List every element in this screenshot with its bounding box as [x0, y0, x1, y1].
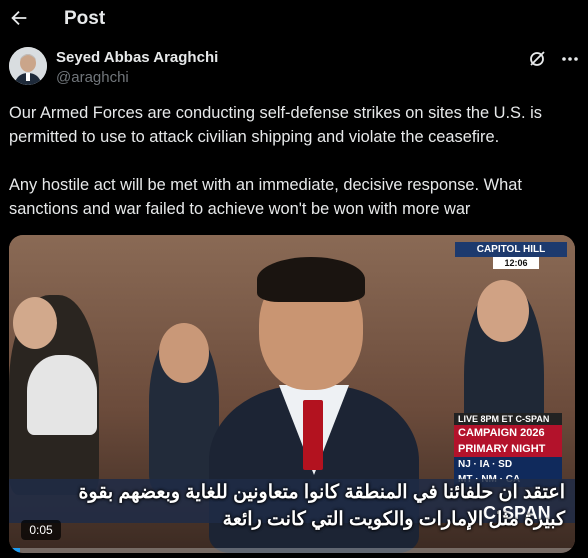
avatar[interactable]: [9, 47, 47, 85]
states-line-1: NJ · IA · SD: [454, 457, 562, 472]
elapsed-time: 0:05: [21, 520, 61, 540]
live-label: LIVE 8PM ET C-SPAN: [454, 413, 562, 425]
video-subtitles: اعتقد ان حلفائنا في المنطقة كانوا متعاون…: [78, 482, 565, 530]
network-badge-label: CAPITOL HILL: [455, 242, 567, 257]
audience-person: [13, 297, 57, 349]
audience-person: [477, 280, 529, 342]
author-handle[interactable]: @araghchi: [56, 69, 129, 86]
avatar-portrait-icon: [9, 47, 47, 85]
post-text: Our Armed Forces are conducting self-def…: [9, 104, 542, 218]
clock-label: 12:06: [493, 257, 539, 269]
speaker-tie: [303, 400, 323, 470]
author-name[interactable]: Seyed Abbas Araghchi: [56, 49, 218, 66]
campaign-sub: PRIMARY NIGHT: [454, 441, 562, 457]
video-player[interactable]: CAPITOL HILL 12:06 LIVE 8PM ET C-SPAN CA…: [9, 235, 575, 553]
audience-person: [159, 323, 209, 383]
top-bar: Post: [0, 0, 588, 40]
campaign-label: CAMPAIGN 2026: [454, 425, 562, 441]
page-title: Post: [64, 8, 106, 29]
speaker-hair: [257, 257, 365, 302]
grok-icon[interactable]: [527, 49, 547, 69]
arrow-left-icon[interactable]: [8, 6, 30, 30]
audience-person: [27, 355, 97, 435]
video-progress-fill: [9, 548, 21, 553]
more-icon[interactable]: [560, 50, 580, 68]
network-badge: CAPITOL HILL 12:06: [455, 242, 567, 272]
campaign-banner: LIVE 8PM ET C-SPAN CAMPAIGN 2026 PRIMARY…: [454, 413, 562, 487]
video-progress-bar[interactable]: [9, 548, 575, 553]
